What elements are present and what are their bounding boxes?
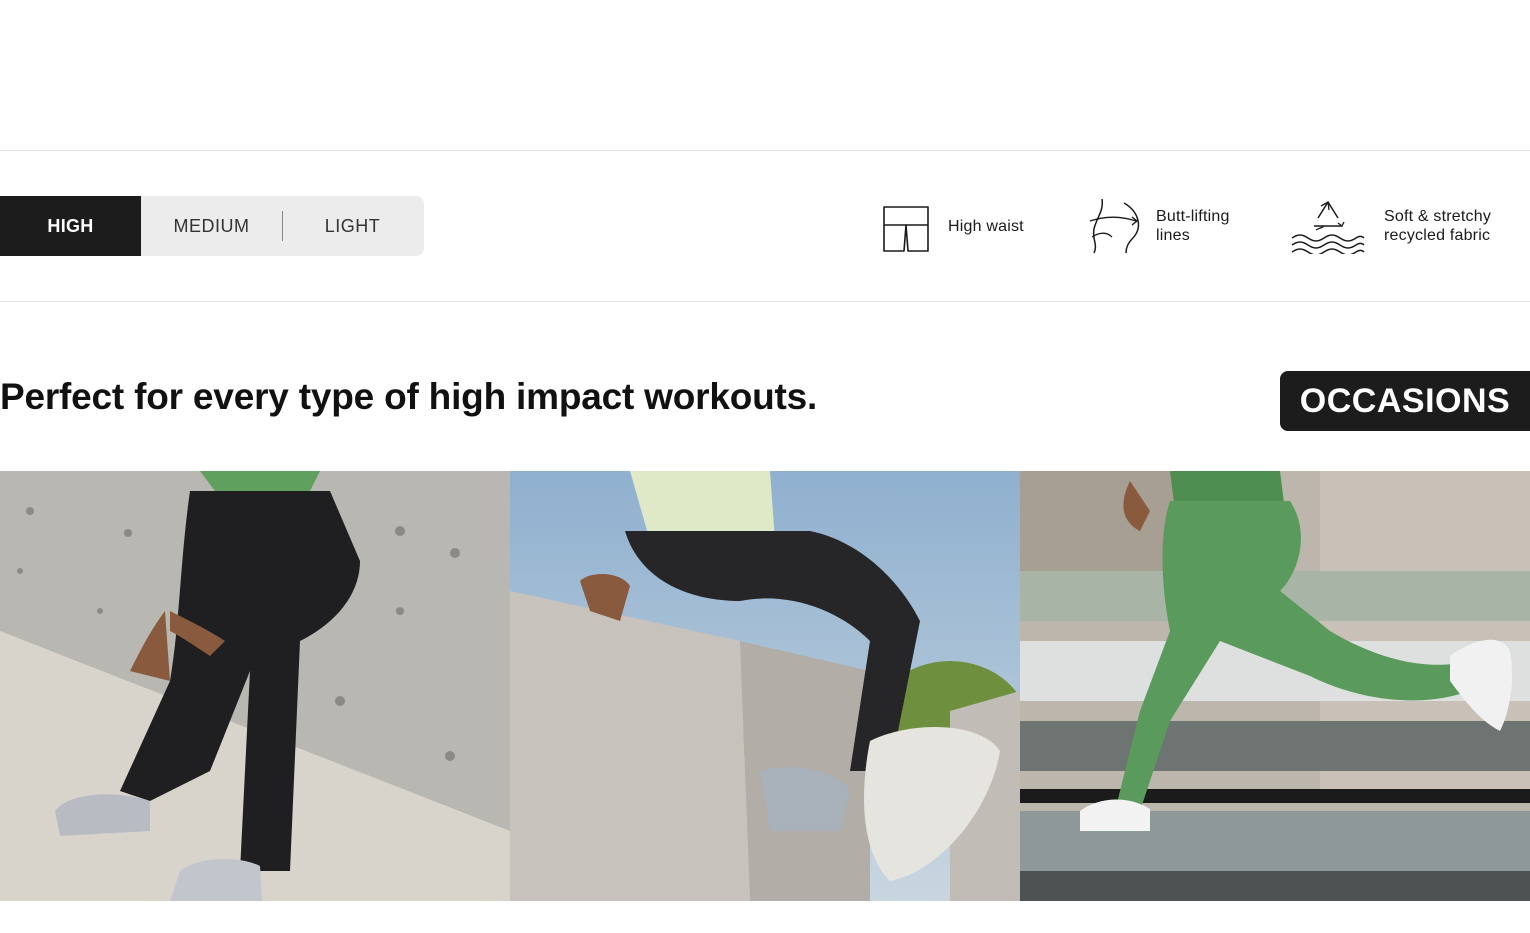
occasions-badge: OCCASIONS xyxy=(1280,371,1530,431)
feature-recycled-fabric: Soft & stretchy recycled fabric xyxy=(1288,196,1514,256)
tab-light[interactable]: LIGHT xyxy=(282,196,423,256)
feature-label: High waist xyxy=(948,217,1024,235)
intensity-tabs: HIGH MEDIUM LIGHT xyxy=(0,196,424,256)
feature-label-line2: recycled fabric xyxy=(1384,227,1491,244)
feature-high-waist: High waist xyxy=(880,196,1024,256)
photo-sitting-block xyxy=(510,471,1020,901)
tab-high[interactable]: HIGH xyxy=(0,196,141,256)
high-waist-icon xyxy=(883,206,929,252)
tab-medium[interactable]: MEDIUM xyxy=(141,196,282,256)
feature-butt-lifting: Butt-lifting lines xyxy=(1088,196,1256,256)
feature-label: Butt-lifting xyxy=(1156,208,1230,225)
divider-top xyxy=(0,150,1530,151)
feature-label: Soft & stretchy xyxy=(1384,208,1492,225)
photo-running xyxy=(1020,471,1530,901)
recycle-water-icon xyxy=(1291,200,1365,254)
butt-lift-icon xyxy=(1089,198,1140,254)
divider-middle xyxy=(0,301,1530,302)
photo-leaning-wall xyxy=(0,471,510,901)
occasions-headline: Perfect for every type of high impact wo… xyxy=(0,376,818,417)
feature-label-line2: lines xyxy=(1156,227,1190,244)
